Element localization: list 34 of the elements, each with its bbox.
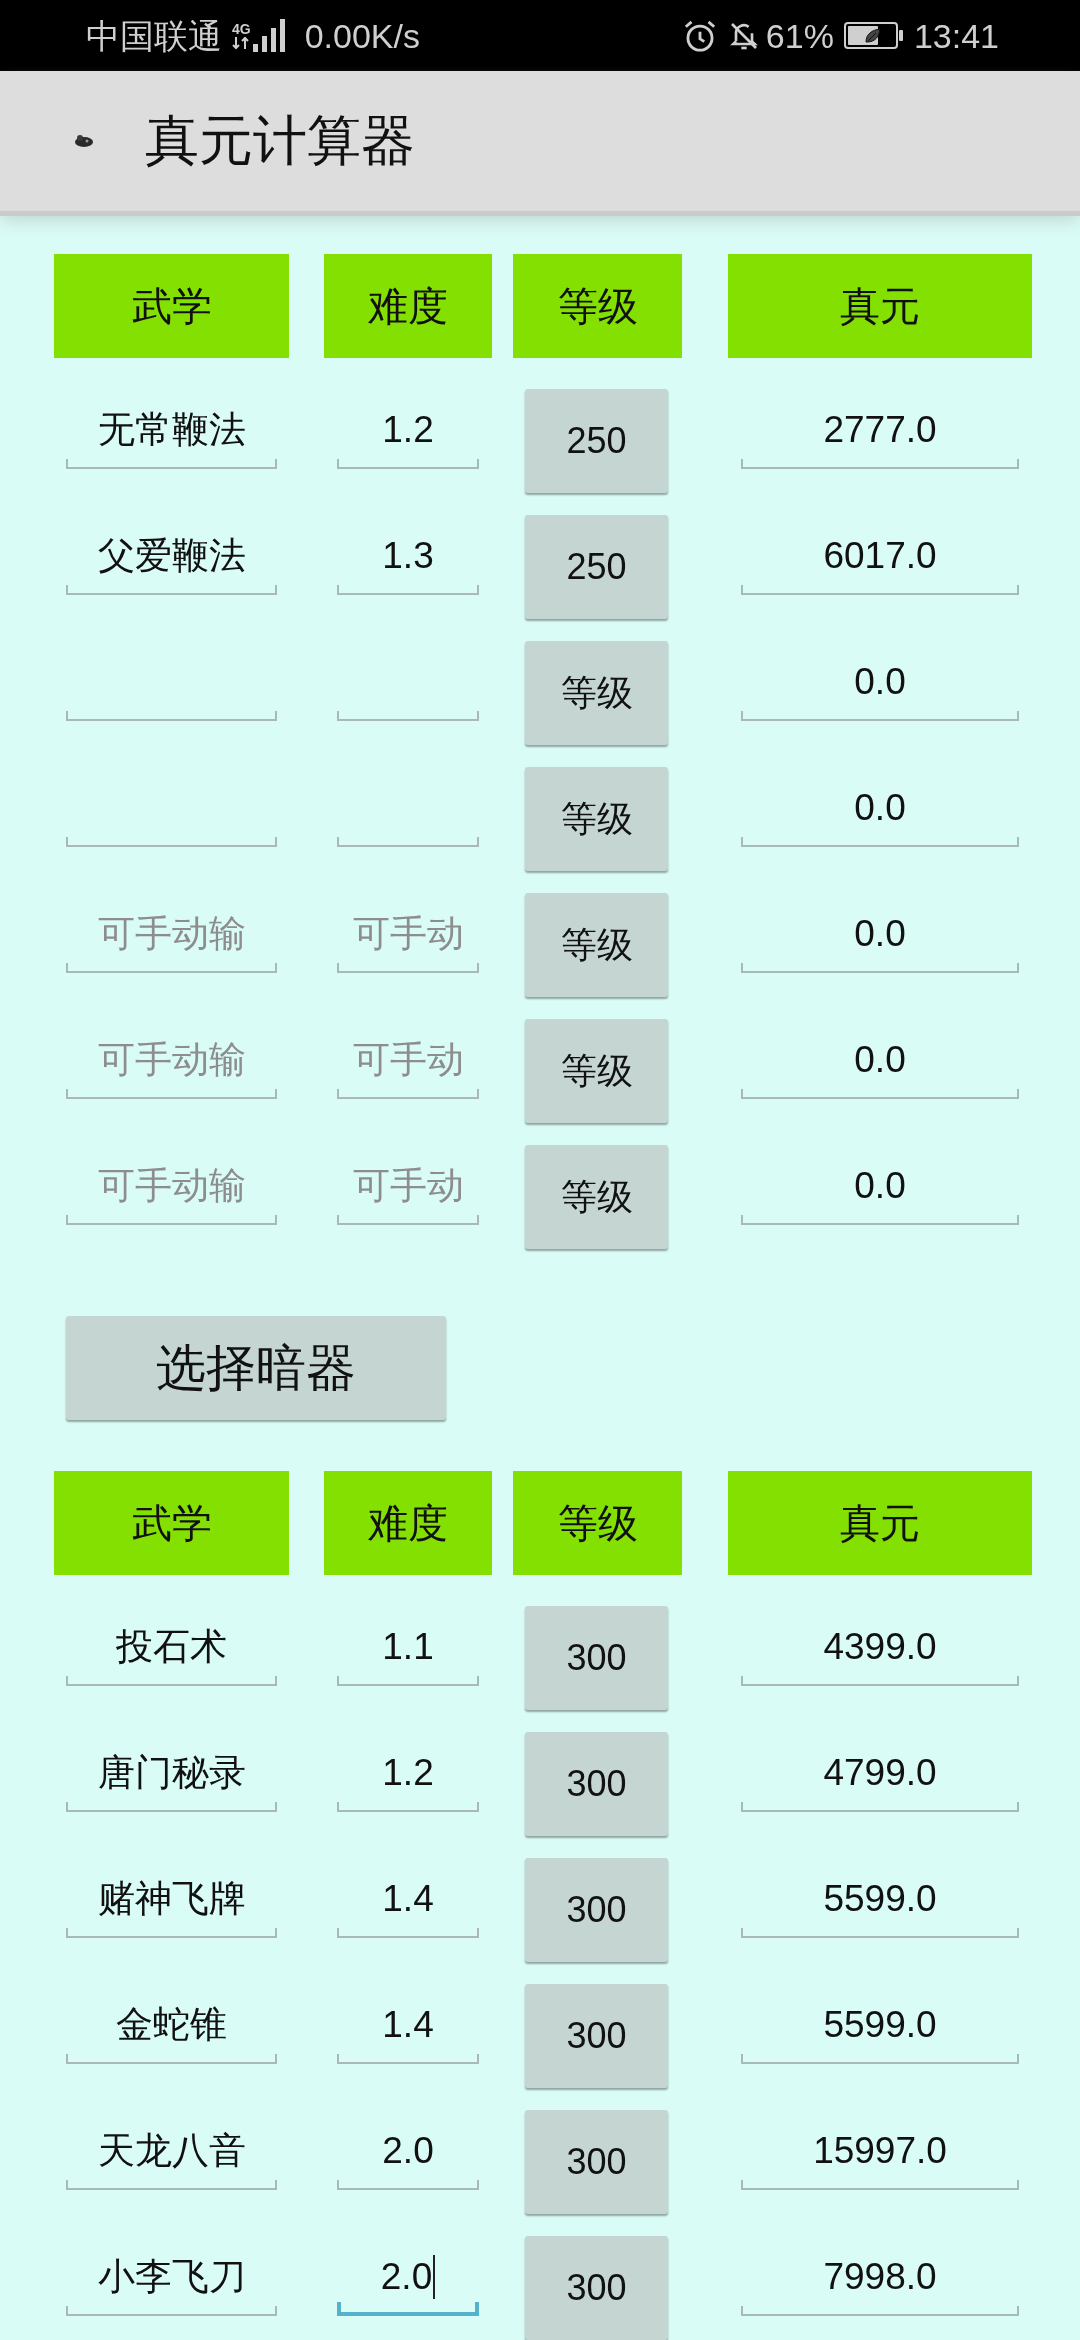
level-button[interactable]: 等级 <box>525 893 668 997</box>
alarm-clock-icon <box>682 18 717 53</box>
app-icon <box>74 134 94 148</box>
level-button[interactable]: 300 <box>525 2110 668 2214</box>
level-button[interactable]: 300 <box>525 1984 668 2088</box>
app-title: 真元计算器 <box>145 108 415 172</box>
battery-saver-icon <box>843 22 904 49</box>
level-button[interactable]: 300 <box>525 1732 668 1836</box>
level-button[interactable]: 250 <box>525 515 668 619</box>
level-button[interactable]: 250 <box>525 389 668 493</box>
column-header: 难度 <box>324 254 492 358</box>
level-button[interactable]: 300 <box>525 1858 668 1962</box>
column-header: 真元 <box>728 1471 1032 1575</box>
column-header: 难度 <box>324 1471 492 1575</box>
battery-percent: 61% <box>765 18 834 53</box>
network-type: 4G <box>232 21 251 36</box>
column-header: 真元 <box>728 254 1032 358</box>
column-header: 武学 <box>54 1471 289 1575</box>
level-button[interactable]: 等级 <box>525 641 668 745</box>
level-button[interactable]: 等级 <box>525 1019 668 1123</box>
carrier-name: 中国联通 <box>86 18 222 53</box>
select-weapon-button[interactable]: 选择暗器 <box>66 1316 446 1420</box>
level-button[interactable]: 等级 <box>525 767 668 871</box>
signal-bars-icon <box>252 19 285 52</box>
network-speed: 0.00K/s <box>304 18 420 53</box>
level-button[interactable]: 300 <box>525 2236 668 2340</box>
column-header: 武学 <box>54 254 289 358</box>
text-cursor-icon <box>433 2255 436 2299</box>
level-button[interactable]: 等级 <box>525 1145 668 1249</box>
clock-time: 13:41 <box>913 18 999 53</box>
column-header: 等级 <box>513 1471 682 1575</box>
level-button[interactable]: 300 <box>525 1606 668 1710</box>
data-activity-icon <box>232 35 251 50</box>
column-header: 等级 <box>513 254 682 358</box>
